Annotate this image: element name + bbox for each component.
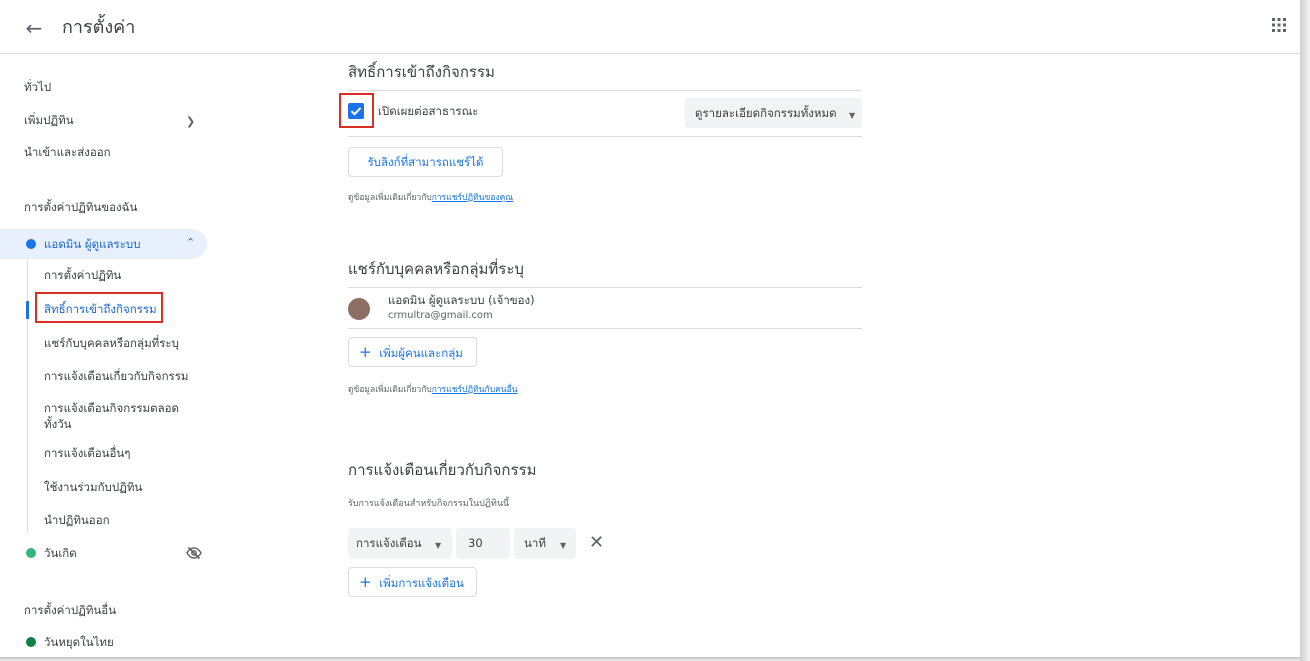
divider xyxy=(348,90,862,91)
chevron-up-icon[interactable]: ⌃ xyxy=(186,236,195,249)
caret-down-icon: ▼ xyxy=(435,541,442,550)
plus-icon: + xyxy=(359,343,372,361)
sidebar-item-add-calendar[interactable]: เพิ่มปฏิทิน ❯ xyxy=(0,112,207,128)
notifications-subtitle: รับการแจ้งเตือนสำหรับกิจกรรมในปฏิทินนี้ xyxy=(348,499,510,509)
back-arrow-icon[interactable]: ← xyxy=(22,16,46,40)
visibility-select[interactable]: ดูรายละเอียดกิจกรรมทั้งหมด ▼ xyxy=(685,98,862,128)
divider xyxy=(348,328,862,329)
calendar-name: วันเกิด xyxy=(44,546,77,560)
input-value: 30 xyxy=(468,536,483,550)
settings-sidebar: ทั่วไป เพิ่มปฏิทิน ❯ นำเข้าและส่งออก การ… xyxy=(0,55,215,655)
notification-type-select[interactable]: การแจ้งเตือน ▼ xyxy=(348,528,452,559)
sidebar-item-label: นำปฏิทินออก xyxy=(44,513,110,527)
sidebar-item-label: การแจ้งเตือนอื่นๆ xyxy=(44,446,131,460)
apps-grid-icon[interactable] xyxy=(1272,18,1292,38)
visibility-off-icon[interactable] xyxy=(186,545,202,565)
sidebar-item-label: ใช้งานร่วมกับปฏิทิน xyxy=(44,480,143,494)
sidebar-item-label: เพิ่มปฏิทิน xyxy=(24,113,74,127)
sidebar-item-label: นำเข้าและส่งออก xyxy=(24,145,111,159)
sidebar-item-integrate-calendar[interactable]: ใช้งานร่วมกับปฏิทิน xyxy=(0,479,207,495)
add-people-label: เพิ่มผู้คนและกลุ่ม xyxy=(379,346,463,360)
other-calendars-heading: การตั้งค่าปฏิทินอื่น xyxy=(24,603,117,617)
help-text-access: ดูข้อมูลเพิ่มเติมเกี่ยวกับการแชร์ปฏิทินข… xyxy=(348,192,513,204)
notification-unit-select[interactable]: นาที ▼ xyxy=(514,528,576,559)
window-edge-bottom xyxy=(0,657,1300,661)
calendar-color-dot xyxy=(26,637,36,647)
sidebar-item-remove-calendar[interactable]: นำปฏิทินออก xyxy=(0,512,207,528)
sidebar-item-share-specific[interactable]: แชร์กับบุคคลหรือกลุ่มที่ระบุ xyxy=(0,335,207,351)
owner-name: แอดมิน ผู้ดูแลระบบ (เจ้าของ) xyxy=(388,293,535,307)
add-people-button[interactable]: + เพิ่มผู้คนและกลุ่ม xyxy=(348,337,477,367)
get-shareable-link-button[interactable]: รับลิงก์ที่สามารถแชร์ได้ xyxy=(348,147,503,177)
section-title-access: สิทธิ์การเข้าถึงกิจกรรม xyxy=(348,63,495,81)
owner-email: crmultra@gmail.com xyxy=(388,310,493,321)
select-value: นาที xyxy=(524,536,546,550)
sidebar-item-general[interactable]: ทั่วไป xyxy=(0,79,207,95)
sidebar-item-label: แชร์กับบุคคลหรือกลุ่มที่ระบุ xyxy=(44,336,179,350)
page-title: การตั้งค่า xyxy=(62,17,136,38)
avatar xyxy=(348,298,370,320)
sidebar-item-calendar-settings[interactable]: การตั้งค่าปฏิทิน xyxy=(0,267,207,283)
sidebar-item-allday-notifications[interactable]: การแจ้งเตือนกิจกรรมตลอดทั้งวัน xyxy=(0,400,200,432)
sidebar-item-label: การแจ้งเตือนเกี่ยวกับกิจกรรม xyxy=(44,369,189,383)
select-value: การแจ้งเตือน xyxy=(356,536,422,550)
sidebar-item-admin-calendar[interactable]: แอดมิน ผู้ดูแลระบบ ⌃ xyxy=(0,229,207,259)
help-text-prefix: ดูข้อมูลเพิ่มเติมเกี่ยวกับ xyxy=(348,385,432,395)
sidebar-item-birthdays[interactable]: วันเกิด xyxy=(0,545,207,561)
plus-icon: + xyxy=(359,573,372,591)
calendar-name: แอดมิน ผู้ดูแลระบบ xyxy=(44,237,141,251)
settings-content: สิทธิ์การเข้าถึงกิจกรรม เปิดเผยต่อสาธารณ… xyxy=(339,55,868,655)
caret-down-icon: ▼ xyxy=(560,541,567,550)
add-notification-button[interactable]: + เพิ่มการแจ้งเตือน xyxy=(348,567,477,597)
sidebar-item-label: การแจ้งเตือนกิจกรรมตลอดทั้งวัน xyxy=(44,401,180,431)
sidebar-item-import-export[interactable]: นำเข้าและส่งออก xyxy=(0,144,207,160)
section-title-notifications: การแจ้งเตือนเกี่ยวกับกิจกรรม xyxy=(348,461,537,479)
window-edge xyxy=(1300,0,1310,661)
sidebar-item-event-notifications[interactable]: การแจ้งเตือนเกี่ยวกับกิจกรรม xyxy=(0,368,207,384)
section-title-share: แชร์กับบุคคลหรือกลุ่มที่ระบุ xyxy=(348,260,524,278)
notification-amount-input[interactable]: 30 xyxy=(456,528,510,559)
caret-down-icon: ▼ xyxy=(849,111,856,120)
highlight-box xyxy=(339,93,374,128)
help-text-prefix: ดูข้อมูลเพิ่มเติมเกี่ยวกับ xyxy=(348,193,432,203)
sidebar-item-label: ทั่วไป xyxy=(24,80,52,94)
close-icon[interactable]: ✕ xyxy=(589,534,604,552)
help-link-share-others[interactable]: การแชร์ปฏิทินกับคนอื่น xyxy=(432,385,518,395)
calendar-color-dot xyxy=(26,239,36,249)
select-value: ดูรายละเอียดกิจกรรมทั้งหมด xyxy=(695,106,837,120)
calendar-color-dot xyxy=(26,548,36,558)
divider xyxy=(348,136,862,137)
my-calendars-heading: การตั้งค่าปฏิทินของฉัน xyxy=(24,200,138,214)
public-checkbox-label: เปิดเผยต่อสาธารณะ xyxy=(378,104,479,118)
top-bar: ← การตั้งค่า xyxy=(0,0,1300,54)
sidebar-item-other-notifications[interactable]: การแจ้งเตือนอื่นๆ xyxy=(0,445,207,461)
help-text-share: ดูข้อมูลเพิ่มเติมเกี่ยวกับการแชร์ปฏิทินก… xyxy=(348,384,518,396)
calendar-name: วันหยุดในไทย xyxy=(44,635,114,649)
help-link-share-calendar[interactable]: การแชร์ปฏิทินของคุณ xyxy=(432,193,513,203)
divider xyxy=(348,287,862,288)
highlight-box xyxy=(35,292,163,323)
chevron-down-icon: ❯ xyxy=(186,115,196,128)
sidebar-item-label: การตั้งค่าปฏิทิน xyxy=(44,268,122,282)
sidebar-item-thai-holidays[interactable]: วันหยุดในไทย xyxy=(0,634,207,650)
add-notification-label: เพิ่มการแจ้งเตือน xyxy=(379,576,464,590)
